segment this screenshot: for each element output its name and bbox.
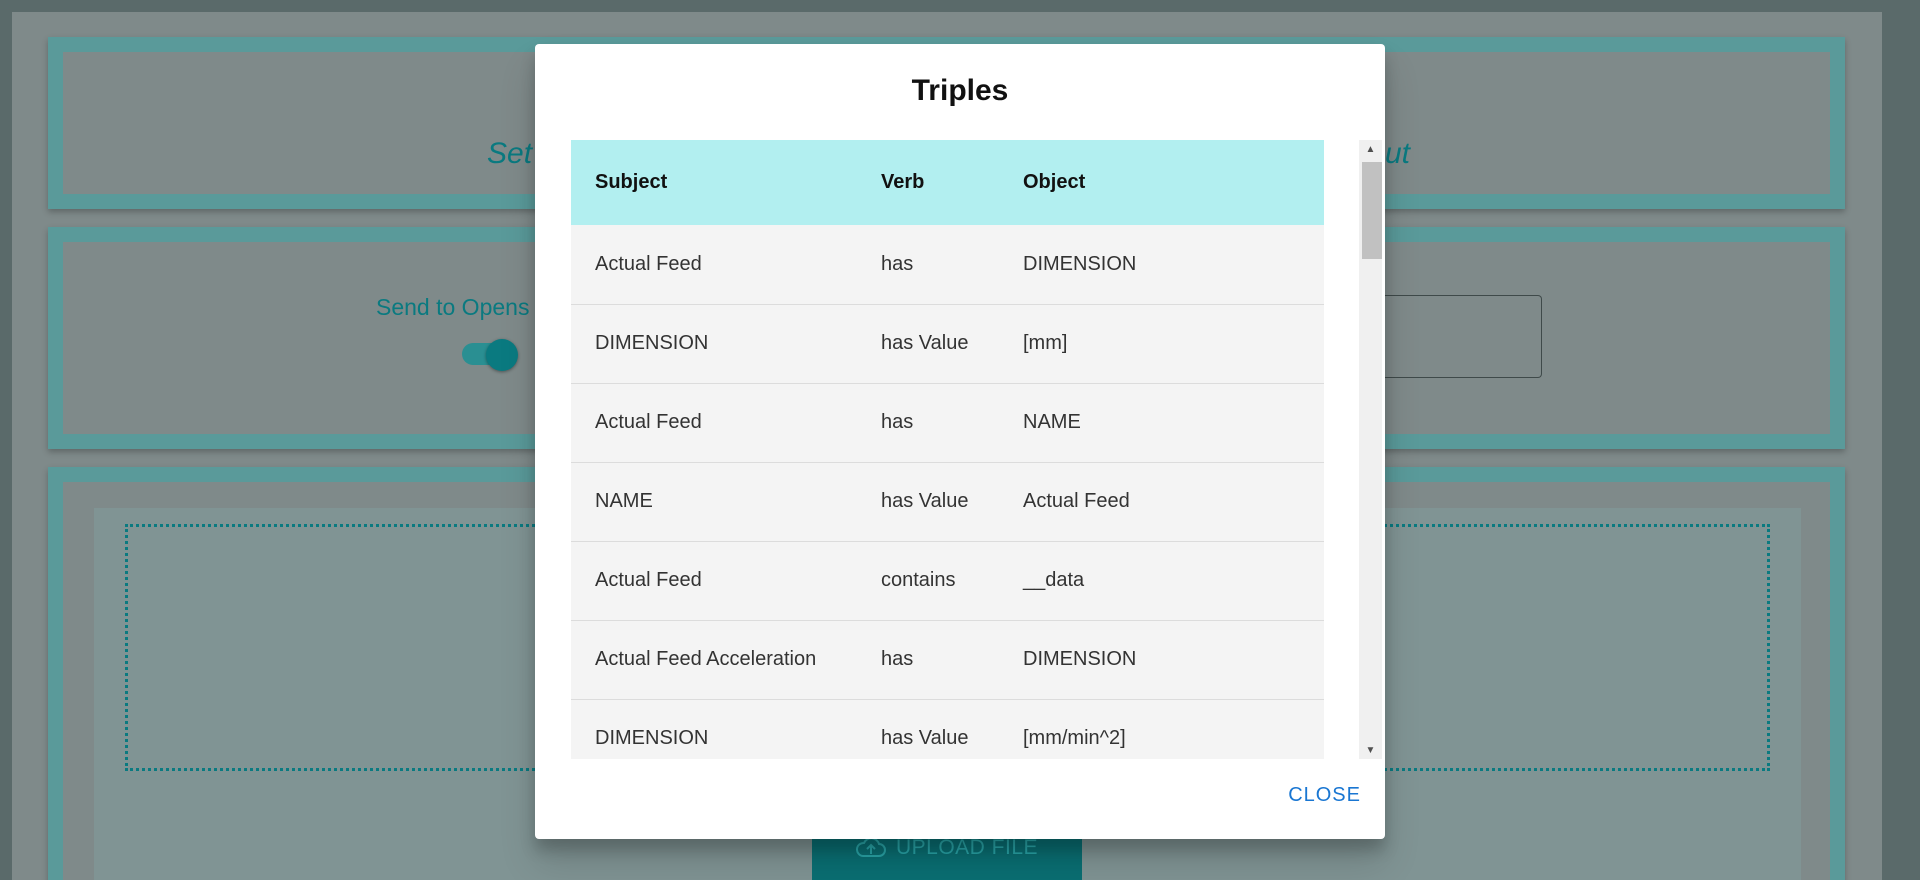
cell-object: Actual Feed [1023,490,1130,512]
dialog-title: Triples [911,74,1009,107]
upload-file-label: UPLOAD FILE [895,835,1039,859]
cell-subject: Actual Feed Acceleration [595,648,817,670]
scroll-up-arrow-icon[interactable]: ▲ [1359,140,1382,158]
triples-table: Subject Verb Object Actual Feed has DIME… [571,140,1324,759]
send-toggle-knob[interactable] [486,339,518,371]
triples-table-container[interactable]: Subject Verb Object Actual Feed has DIME… [571,140,1324,759]
cell-subject: Actual Feed [595,411,702,433]
background-text-field[interactable] [1360,295,1542,378]
table-row: Actual Feed has NAME [571,383,1324,462]
cell-object: __data [1023,569,1085,591]
table-row: Actual Feed has DIMENSION [571,225,1324,304]
column-header-verb: Verb [881,171,925,193]
table-row: DIMENSION has Value [mm/min^2] [571,699,1324,759]
cell-verb: has Value [881,490,969,512]
cell-subject: DIMENSION [595,727,709,749]
cell-object: [mm/min^2] [1023,727,1126,749]
send-toggle-label: Send to Opens [376,294,530,320]
scroll-down-arrow-icon[interactable]: ▼ [1359,741,1382,759]
cell-object: DIMENSION [1023,648,1137,670]
table-row: Actual Feed contains __data [571,541,1324,620]
table-header-row: Subject Verb Object [571,140,1324,225]
cell-subject: Actual Feed [595,252,702,275]
column-header-object: Object [1023,171,1086,193]
cell-subject: Actual Feed [595,569,702,591]
cell-verb: contains [881,569,956,591]
cell-object: DIMENSION [1023,252,1137,275]
column-header-subject: Subject [595,171,668,193]
table-row: DIMENSION has Value [mm] [571,304,1324,383]
cell-verb: has [881,252,914,275]
page-title-right: ut [1385,137,1411,170]
triples-dialog: Triples Subject Verb Object Actual Feed … [535,44,1385,839]
table-row: NAME has Value Actual Feed [571,462,1324,541]
cell-verb: has [881,411,914,433]
table-row: Actual Feed Acceleration has DIMENSION [571,620,1324,699]
cell-object: NAME [1023,411,1081,433]
scrollbar-thumb[interactable] [1362,162,1382,259]
cell-verb: has Value [881,332,969,354]
cell-verb: has Value [881,727,969,749]
close-button[interactable]: CLOSE [1288,784,1361,807]
cell-subject: DIMENSION [595,332,709,354]
page-title-left: Set [487,137,533,170]
table-scrollbar[interactable]: ▲ ▼ [1359,140,1382,759]
cell-verb: has [881,648,914,670]
cell-subject: NAME [595,490,653,512]
cell-object: [mm] [1023,332,1068,354]
